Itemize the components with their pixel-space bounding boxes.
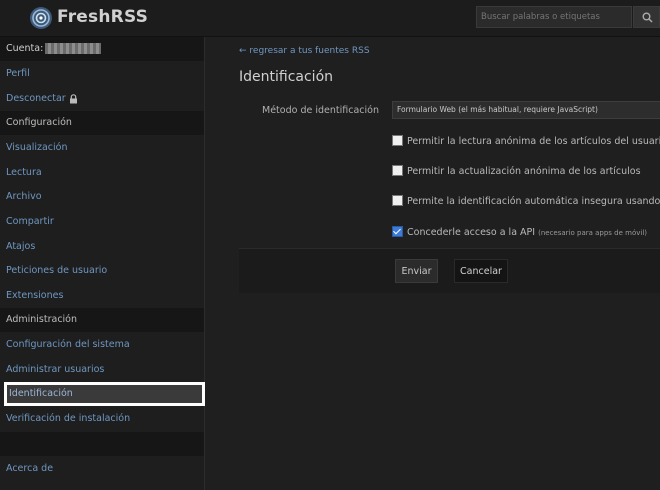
submit-button[interactable]: Enviar [395, 259, 438, 283]
api-access-option[interactable]: Concederle acceso a la API (necesario pa… [392, 226, 648, 238]
sidebar-item-sharing[interactable]: Compartir [0, 210, 204, 234]
section-configuration: Configuración [0, 111, 204, 135]
sidebar-divider [0, 432, 204, 456]
page-title: Identificación [239, 69, 334, 85]
sidebar-item-logout[interactable]: Desconectar [0, 87, 204, 111]
auth-method-label: Método de identificación [262, 105, 379, 116]
sidebar-item-system-config[interactable]: Configuración del sistema [0, 333, 204, 357]
cancel-button[interactable]: Cancelar [454, 259, 508, 283]
top-header: FreshRSS [0, 0, 660, 37]
anon-refresh-option[interactable]: Permitir la actualización anónima de los… [392, 165, 641, 177]
sidebar-item-reading[interactable]: Lectura [0, 161, 204, 185]
form-actions: Enviar Cancelar [239, 248, 660, 293]
back-to-feeds-link[interactable]: ← regresar a tus fuentes RSS [239, 46, 370, 56]
logout-label: Desconectar [6, 93, 66, 104]
section-administration: Administración [0, 308, 204, 332]
sidebar-item-about[interactable]: Acerca de [0, 457, 204, 481]
unsafe-autologin-checkbox[interactable] [392, 195, 403, 206]
account-row: Cuenta: [0, 37, 204, 61]
account-label: Cuenta: [6, 43, 44, 54]
auth-method-select[interactable]: Formulario Web (el más habitual, requier… [392, 101, 660, 119]
api-access-label: Concederle acceso a la API [407, 227, 536, 238]
anon-refresh-checkbox[interactable] [392, 165, 403, 176]
sidebar-item-user-queries[interactable]: Peticiones de usuario [0, 259, 204, 283]
account-name-redacted [45, 43, 102, 54]
freshrss-logo-icon[interactable] [29, 6, 53, 30]
anon-read-checkbox[interactable] [392, 135, 403, 146]
anon-read-label: Permitir la lectura anónima de los artíc… [407, 136, 660, 147]
search-input[interactable] [476, 6, 632, 28]
search-button[interactable] [633, 6, 660, 28]
sidebar-item-profile[interactable]: Perfil [0, 62, 204, 86]
sidebar-item-install-check[interactable]: Verificación de instalación [0, 407, 204, 431]
anon-read-option[interactable]: Permitir la lectura anónima de los artíc… [392, 135, 660, 147]
unsafe-autologin-option[interactable]: Permite la identificación automática ins… [392, 195, 660, 207]
app-name[interactable]: FreshRSS [57, 7, 148, 27]
unsafe-autologin-label: Permite la identificación automática ins… [407, 196, 660, 207]
search-icon [642, 12, 653, 23]
sidebar-item-extensions[interactable]: Extensiones [0, 284, 204, 308]
sidebar: Cuenta: Perfil Desconectar Configuración… [0, 37, 205, 490]
api-access-checkbox[interactable] [392, 226, 403, 237]
sidebar-item-manage-users[interactable]: Administrar usuarios [0, 358, 204, 382]
anon-refresh-label: Permitir la actualización anónima de los… [407, 166, 641, 177]
sidebar-item-archiving[interactable]: Archivo [0, 185, 204, 209]
sidebar-item-shortcuts[interactable]: Atajos [0, 235, 204, 259]
api-access-note: (necesario para apps de móvil) [538, 229, 648, 237]
lock-icon [69, 93, 77, 103]
sidebar-item-authentication[interactable]: Identificación [4, 382, 205, 406]
sidebar-item-display[interactable]: Visualización [0, 136, 204, 160]
